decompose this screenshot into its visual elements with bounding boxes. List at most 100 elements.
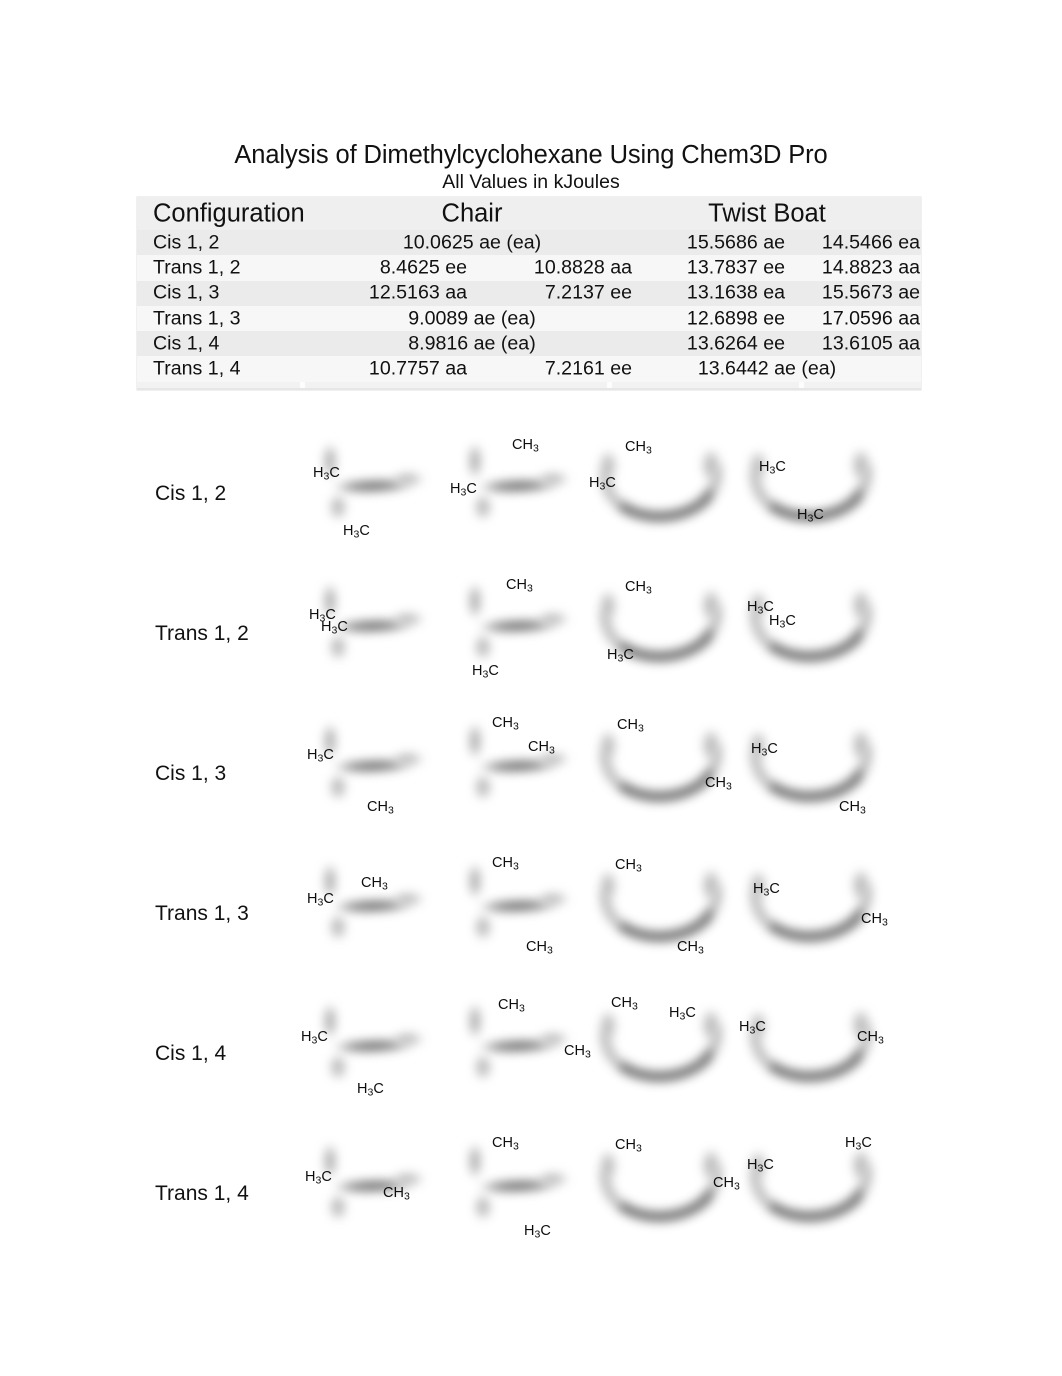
methyl-group-label: CH3 [498,997,525,1015]
table-body: Cis 1, 2 10.0625 ae (ea) 15.5686 ae 14.5466… [137,230,921,382]
cell-chair_span: 9.0089 ae (ea) [408,307,536,330]
twist-boat-conformer-structure: CH3 H3C [585,564,745,704]
cell-twist_2: 13.6105 aa [821,332,920,355]
methyl-group-label: CH3 [839,799,866,817]
methyl-group-label: H3C [589,475,616,493]
chair-conformer-structure: CH3 H3C [440,564,600,704]
methyl-group-label: CH3 [528,739,555,757]
cyclohexane-ring-icon [325,910,351,944]
cell-chair_span: 10.0625 ae (ea) [402,231,542,254]
cell-twist_1: 15.5686 ae [686,231,785,254]
column-header-chair: Chair [441,199,503,227]
cyclohexane-ring-icon [387,468,429,490]
methyl-group-label: CH3 [617,717,644,735]
cell-configuration: Trans 1, 4 [153,357,241,380]
cyclohexane-ring-icon [532,888,574,910]
chair-conformer-structure: CH3 CH3 [440,704,600,844]
methyl-group-label: CH3 [492,855,519,873]
cyclohexane-ring-icon [847,864,875,906]
cyclohexane-ring-icon [470,910,496,944]
cyclohexane-ring-icon [464,578,486,624]
cell-twist_1: 12.6898 ee [686,307,785,330]
cyclohexane-ring-icon [470,630,496,664]
chair-conformer-structure: H3C CH3 [295,1124,455,1264]
cyclohexane-ring-icon [847,724,875,766]
cell-twist_1: 13.6264 ee [686,332,785,355]
twist-boat-conformer-structure: CH3 CH3 [585,844,745,984]
structure-grid: Cis 1, 2 H3C H3C CH3 H3C CH3 H3C H3C H3C Trans 1,… [0,424,1062,1264]
cyclohexane-ring-icon [847,584,875,626]
table-row: Cis 1, 3 12.5163 aa 7.2137 ee 13.1638 ea 15.… [137,280,921,306]
cell-chair_1: 8.4625 ee [379,256,467,279]
cyclohexane-ring-icon [464,1138,486,1184]
column-header-configuration: Configuration [153,199,305,227]
methyl-group-label: CH3 [492,1135,519,1153]
methyl-group-label: CH3 [615,857,642,875]
chair-conformer-structure: H3C H3C [295,424,455,564]
cell-configuration: Cis 1, 3 [153,281,220,304]
methyl-group-label: CH3 [615,1137,642,1155]
cell-configuration: Trans 1, 2 [153,256,241,279]
cell-configuration: Cis 1, 2 [153,231,220,254]
table-row: Trans 1, 2 8.4625 ee 10.8828 aa 13.7837 ee 1… [137,255,921,281]
methyl-group-label: H3C [747,1157,774,1175]
structure-row: Cis 1, 2 H3C H3C CH3 H3C CH3 H3C H3C H3C [0,424,1062,564]
twist-boat-conformer-structure: CH3 CH3 [585,704,745,844]
methyl-group-label: H3C [759,459,786,477]
cyclohexane-ring-icon [470,1190,496,1224]
cell-twist_1: 13.1638 ea [686,281,785,304]
methyl-group-label: CH3 [526,939,553,957]
structure-row-label: Trans 1, 2 [155,622,249,645]
cyclohexane-ring-icon [387,888,429,910]
structure-row: Trans 1, 3 H3C CH3 CH3 CH3 CH3 CH3 H3C CH3 [0,844,1062,984]
methyl-group-label: CH3 [861,911,888,929]
cyclohexane-ring-icon [325,1050,351,1084]
chair-conformer-structure: H3C CH3 [295,704,455,844]
cell-chair_1: 12.5163 aa [368,281,467,304]
cyclohexane-ring-icon [464,858,486,904]
chair-conformer-structure: H3C H3C [295,984,455,1124]
methyl-group-label: CH3 [625,579,652,597]
cyclohexane-ring-icon [697,1004,725,1046]
cyclohexane-ring-icon [470,770,496,804]
methyl-group-label: H3C [753,881,780,899]
methyl-group-label: CH3 [705,775,732,793]
cell-configuration: Trans 1, 3 [153,307,241,330]
cyclohexane-ring-icon [387,748,429,770]
methyl-group-label: H3C [450,481,477,499]
methyl-group-label: H3C [845,1135,872,1153]
methyl-group-label: H3C [607,647,634,665]
cyclohexane-ring-icon [532,468,574,490]
chair-conformer-structure: CH3 CH3 [440,844,600,984]
chair-conformer-structure: CH3 H3C [440,424,600,564]
cell-chair_1: 10.7757 aa [368,357,467,380]
cyclohexane-ring-icon [847,444,875,486]
methyl-group-label: H3C [751,741,778,759]
methyl-group-label: CH3 [611,995,638,1013]
cyclohexane-ring-icon [387,608,429,630]
cell-twist_2: 14.5466 ea [821,231,920,254]
structure-row-label: Cis 1, 4 [155,1042,227,1065]
cyclohexane-ring-icon [697,724,725,766]
cell-twist_2: 15.5673 ae [821,281,920,304]
structure-row-label: Trans 1, 4 [155,1182,249,1205]
methyl-group-label: H3C [307,891,334,909]
twist-boat-conformer-structure: H3C H3C [735,1124,895,1264]
cell-twist_span: 13.6442 ae (ea) [697,357,837,380]
table-row: Trans 1, 4 10.7757 aa 7.2161 ee 13.6442 ae … [137,356,921,382]
table-row: Trans 1, 3 9.0089 ae (ea) 12.6898 ee 17.059… [137,305,921,332]
methyl-group-label: H3C [769,613,796,631]
structure-row: Cis 1, 3 H3C CH3 CH3 CH3 CH3 CH3 H3C CH3 [0,704,1062,844]
cell-chair_2: 10.8828 aa [533,256,632,279]
chair-conformer-structure: H3C H3C [295,564,455,704]
cyclohexane-ring-icon [697,584,725,626]
cyclohexane-ring-icon [325,770,351,804]
twist-boat-conformer-structure: CH3 H3C [585,424,745,564]
methyl-group-label: CH3 [492,715,519,733]
twist-boat-conformer-structure: H3C H3C [735,424,895,564]
cyclohexane-ring-icon [464,998,486,1044]
page-title: Analysis of Dimethylcyclohexane Using Ch… [234,141,828,169]
methyl-group-label: H3C [357,1081,384,1099]
structure-row-label: Cis 1, 2 [155,482,227,505]
twist-boat-conformer-structure: CH3 CH3 [585,1124,745,1264]
